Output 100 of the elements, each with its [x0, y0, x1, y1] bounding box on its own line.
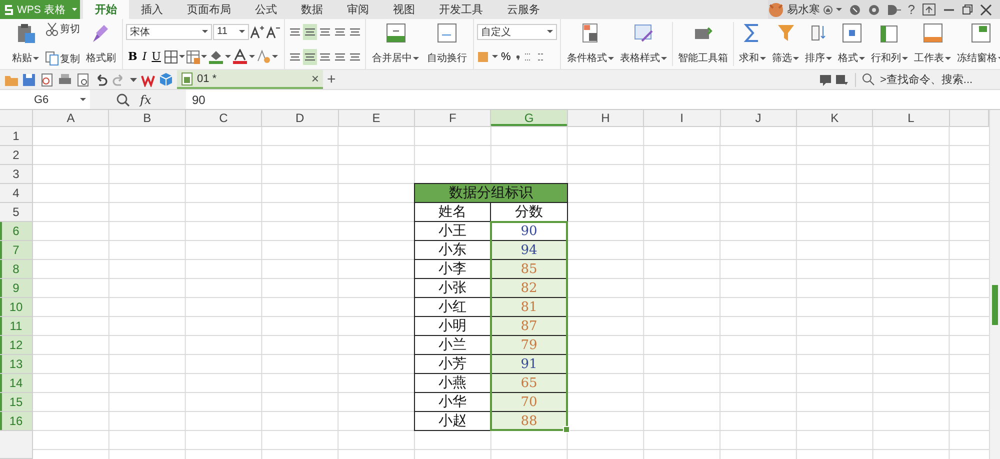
help-button[interactable]: ?	[908, 2, 915, 17]
borders-icon[interactable]	[164, 50, 178, 64]
row-header[interactable]: 16	[0, 412, 33, 431]
ribbon-button[interactable]: 行和列	[868, 22, 911, 66]
row-header[interactable]: 12	[0, 336, 33, 355]
ribbon-button[interactable]: 条件格式	[564, 22, 617, 66]
column-header[interactable]: F	[414, 110, 492, 127]
caret-icon[interactable]	[130, 78, 137, 82]
row-header[interactable]: 13	[0, 355, 33, 374]
column-header[interactable]: I	[644, 110, 721, 127]
column-header[interactable]: L	[873, 110, 950, 127]
ribbon-button[interactable]: 筛选	[769, 22, 802, 66]
search-field[interactable]: >查找命令、搜索...	[878, 72, 992, 86]
format-painter-button[interactable]: 格式刷	[83, 22, 119, 66]
copy-icon	[45, 51, 59, 66]
document-tab[interactable]: 01 * ×	[177, 70, 323, 89]
row-header[interactable]: 4	[0, 184, 33, 203]
ribbon-button[interactable]: 智能工具箱	[675, 22, 731, 66]
ribbon-button[interactable]: 求和	[736, 22, 769, 66]
ribbon-button[interactable]: 冻结窗格	[954, 22, 1000, 66]
search-icon[interactable]	[862, 73, 875, 86]
row-header[interactable]: 2	[0, 146, 33, 165]
wps-logo-icon[interactable]	[141, 72, 155, 86]
column-header[interactable]: K	[796, 110, 874, 127]
column-header[interactable]: E	[338, 110, 415, 127]
ribbon-tab[interactable]: 审阅	[335, 0, 381, 19]
settings-icon[interactable]	[868, 4, 880, 16]
row-header[interactable]: 9	[0, 279, 33, 298]
row-header[interactable]: 15	[0, 393, 33, 412]
bold-button[interactable]: B	[126, 50, 140, 63]
ribbon-button[interactable]: 合并居中	[369, 22, 422, 66]
ribbon-button[interactable]: 工作表	[911, 22, 954, 66]
ribbon-tab[interactable]: 开发工具	[427, 0, 495, 19]
row-header[interactable]: 10	[0, 298, 33, 317]
ribbon-button[interactable]: 自动换行	[424, 22, 470, 66]
user-button[interactable]: 易水寒	[768, 1, 842, 18]
ribbon-tab[interactable]: 开始	[83, 0, 129, 19]
column-header[interactable]: G	[491, 110, 568, 127]
ribbon-tab[interactable]: 插入	[129, 0, 175, 19]
formula-field[interactable]: 90	[186, 90, 1000, 109]
cut-button[interactable]: 剪切	[44, 22, 81, 36]
ribbon-tab[interactable]: 云服务	[495, 0, 552, 19]
caret-icon	[547, 30, 553, 33]
close-tab-button[interactable]: ×	[311, 71, 319, 86]
rows-columns-icon	[880, 23, 900, 43]
new-tab-button[interactable]: +	[327, 71, 336, 88]
cube-icon[interactable]	[159, 72, 173, 87]
font-color-icon[interactable]	[232, 49, 248, 64]
close-icon[interactable]	[980, 4, 992, 16]
ribbon-button[interactable]: 格式	[835, 22, 868, 66]
zoom-icon[interactable]	[116, 92, 130, 106]
font-size-dropdown[interactable]: 11	[213, 24, 249, 40]
fill-handle[interactable]	[562, 426, 570, 433]
row-header[interactable]: 5	[0, 203, 33, 222]
ribbon-tab[interactable]: 视图	[381, 0, 427, 19]
score-cell: 70	[490, 392, 568, 412]
column-header[interactable]: J	[720, 110, 797, 127]
row-header[interactable]: 3	[0, 165, 33, 184]
brush-icon	[92, 23, 110, 43]
row-header[interactable]: 8	[0, 260, 33, 279]
italic-button[interactable]: I	[140, 50, 149, 63]
increase-font-icon[interactable]	[250, 24, 265, 38]
column-header[interactable]: A	[33, 110, 110, 127]
ribbon-button[interactable]: 表格样式	[617, 22, 670, 66]
column-header[interactable]: H	[568, 110, 644, 127]
column-header[interactable]: B	[109, 110, 186, 127]
cell-style-icon[interactable]	[186, 50, 200, 64]
ribbon-tab[interactable]: 页面布局	[175, 0, 243, 19]
comment-icon[interactable]	[819, 73, 832, 86]
column-header[interactable]: D	[262, 110, 339, 127]
underline-button[interactable]: U	[150, 50, 163, 63]
score-cell: 81	[490, 297, 568, 317]
number-format-dropdown[interactable]: 自定义	[477, 24, 557, 40]
percent-button[interactable]: %	[499, 50, 513, 62]
copy-button[interactable]: 复制	[44, 51, 81, 66]
vertical-scrollbar[interactable]	[989, 110, 1000, 459]
row-header[interactable]: 6	[0, 222, 33, 241]
row-header[interactable]: 7	[0, 241, 33, 260]
restore-icon[interactable]	[962, 4, 973, 15]
print-preview-icon[interactable]	[76, 72, 90, 86]
column-header[interactable]: C	[186, 110, 262, 127]
ribbon-tab[interactable]: 公式	[243, 0, 289, 19]
row-header[interactable]: 11	[0, 317, 33, 336]
restore-ribbon-icon[interactable]	[922, 3, 936, 16]
decrease-font-icon[interactable]	[266, 24, 281, 38]
align-center-icon[interactable]	[303, 48, 317, 64]
name-box[interactable]: G6	[0, 90, 90, 109]
print-icon[interactable]	[58, 72, 72, 86]
ribbon-tab[interactable]: 数据	[289, 0, 335, 19]
save-icon[interactable]	[22, 72, 36, 86]
paste-button[interactable]: 粘贴	[9, 22, 42, 66]
wrap-text-icon	[437, 23, 457, 43]
caret-icon[interactable]	[72, 8, 77, 11]
row-header[interactable]: 1	[0, 127, 33, 146]
font-dropdown[interactable]: 宋体	[126, 24, 212, 40]
fill-color-icon[interactable]	[208, 49, 224, 64]
row-header[interactable]: 14	[0, 374, 33, 393]
align-middle-icon[interactable]	[303, 24, 317, 40]
insert-function-button[interactable]: fx	[140, 92, 152, 106]
ribbon-button[interactable]: 排序	[802, 22, 835, 66]
